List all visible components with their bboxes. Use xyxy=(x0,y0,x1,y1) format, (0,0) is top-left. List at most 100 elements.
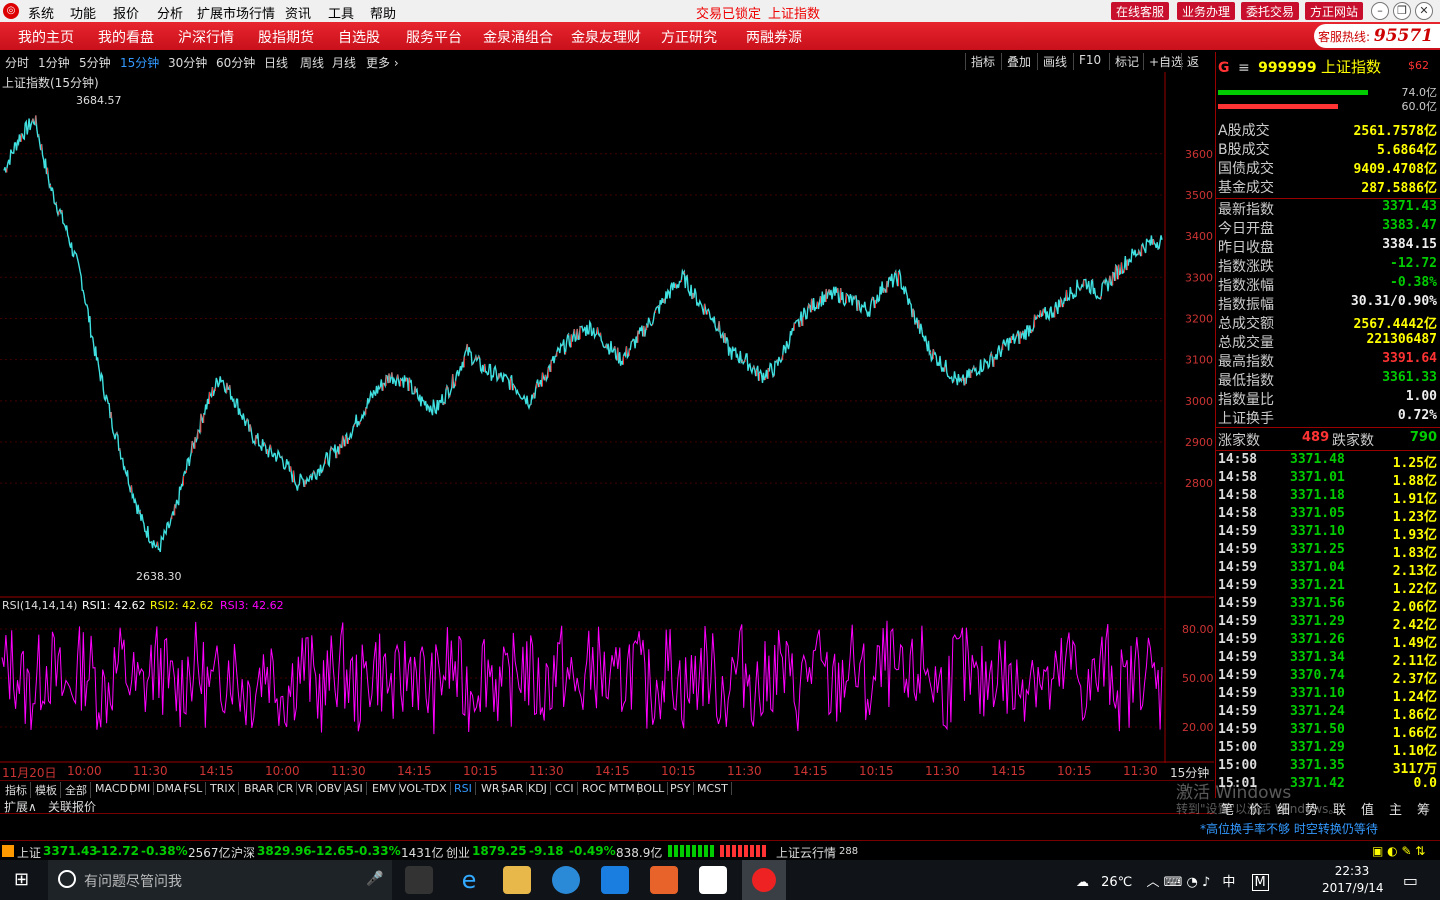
indicator-tab-asi[interactable]: ASI xyxy=(342,782,367,795)
tick-price: 3371.42 xyxy=(1290,776,1345,791)
indicator-tab-vr[interactable]: VR xyxy=(295,782,318,795)
close-icon[interactable]: ✕ xyxy=(1415,2,1433,20)
store-icon[interactable] xyxy=(405,866,433,894)
nav-market[interactable]: 沪深行情 xyxy=(178,27,234,47)
nav-finance[interactable]: 金泉友理财 xyxy=(571,27,641,47)
nav-service[interactable]: 服务平台 xyxy=(406,27,462,47)
edge-icon[interactable]: e xyxy=(455,866,483,894)
business-button[interactable]: 业务办理 xyxy=(1177,2,1236,20)
menu-tools[interactable]: 工具 xyxy=(328,3,354,22)
indicator-tab-指标[interactable]: 指标 xyxy=(2,782,31,798)
menu-extended-market[interactable]: 扩展市场行情 xyxy=(197,3,275,22)
nav-my-board[interactable]: 我的看盘 xyxy=(98,27,154,47)
expand-button[interactable]: 扩展∧ xyxy=(4,798,37,815)
chart-area[interactable]: 上证指数(15分钟) 3684.57 2638.30 3600 3500 3400 3… xyxy=(0,72,1214,780)
period-day[interactable]: 日线 xyxy=(264,54,288,71)
nav-margin[interactable]: 两融券源 xyxy=(746,27,802,47)
y-tick-label: 3200 xyxy=(1185,312,1213,325)
nav-research[interactable]: 方正研究 xyxy=(661,27,717,47)
indicator-tab-kdj[interactable]: KDJ xyxy=(525,782,551,795)
windows-start-icon[interactable]: ⊞ xyxy=(14,871,32,890)
indicator-tab-cr[interactable]: CR xyxy=(275,782,298,795)
menu-help[interactable]: 帮助 xyxy=(370,3,396,22)
period-timeshare[interactable]: 分时 xyxy=(5,54,29,71)
photos-icon[interactable] xyxy=(699,866,727,894)
indicator-tab-trix[interactable]: TRIX xyxy=(207,782,240,795)
nav-futures[interactable]: 股指期货 xyxy=(258,27,314,47)
menu-analysis[interactable]: 分析 xyxy=(157,3,183,22)
indicator-tab-rsi[interactable]: RSI xyxy=(451,782,476,795)
period-30min[interactable]: 30分钟 xyxy=(168,54,207,71)
tick-row: 14:59 3371.26 1.49亿 xyxy=(1218,632,1439,651)
nav-home[interactable]: 我的主页 xyxy=(18,27,74,47)
period-60min[interactable]: 60分钟 xyxy=(216,54,255,71)
online-service-button[interactable]: 在线客服 xyxy=(1111,2,1170,20)
indicator-tab-fsl[interactable]: FSL xyxy=(180,782,207,795)
status-tool-icons[interactable]: ▣ ◐ ✎ ⇅ xyxy=(1372,844,1425,858)
ratio-bottom: 60.0亿 xyxy=(1401,100,1438,113)
tray-icons[interactable]: ︿ ⌨ ◔ ♪ xyxy=(1146,875,1210,890)
indicator-tab-boll[interactable]: BOLL xyxy=(633,782,669,795)
adv-value: 489 xyxy=(1302,430,1330,445)
stat-row: 总成交量 221306487 xyxy=(1218,332,1439,351)
right-tab[interactable]: 筹 xyxy=(1417,799,1430,818)
period-more[interactable]: 更多 › xyxy=(366,54,399,71)
menu-icon[interactable]: ≡ xyxy=(1238,60,1250,76)
indicator-tab-brar[interactable]: BRAR xyxy=(241,782,278,795)
tool-draw[interactable]: 画线 xyxy=(1037,53,1072,70)
related-quote-button[interactable]: 关联报价 xyxy=(48,798,96,815)
explorer-icon[interactable] xyxy=(503,866,531,894)
ie-icon[interactable] xyxy=(552,866,580,894)
rsi-tick-20: 20.00 xyxy=(1182,721,1214,734)
tool-back[interactable]: 返回 xyxy=(1181,53,1214,86)
ime-indicator[interactable]: 中 xyxy=(1222,875,1235,890)
menu-news[interactable]: 资讯 xyxy=(285,3,311,22)
right-tab[interactable]: 主 xyxy=(1389,799,1402,818)
indicator-tab-vol-tdx[interactable]: VOL-TDX xyxy=(396,782,451,795)
notice-text[interactable]: *高位换手率不够 时空转换仍等待 xyxy=(1200,820,1378,837)
cloud-quote[interactable]: 上证云行情 xyxy=(776,844,836,861)
minimize-icon[interactable]: – xyxy=(1371,2,1389,20)
mic-icon[interactable]: 🎤 xyxy=(366,871,383,887)
indicator-tab-mcst[interactable]: MCST xyxy=(694,782,732,795)
founder-app-icon[interactable] xyxy=(742,860,786,900)
nav-portfolio[interactable]: 金泉涌组合 xyxy=(483,27,553,47)
clock[interactable]: 22:33 2017/9/14 xyxy=(1322,863,1384,897)
period-1min[interactable]: 1分钟 xyxy=(38,54,70,71)
period-week[interactable]: 周线 xyxy=(300,54,324,71)
wps-presentation-icon[interactable] xyxy=(650,866,678,894)
sh-label: 上证 xyxy=(17,846,42,860)
indicator-tab-模板[interactable]: 模板 xyxy=(32,782,61,798)
y-tick-label: 2900 xyxy=(1185,436,1213,449)
period-15min[interactable]: 15分钟 xyxy=(120,54,159,71)
nav-watchlist[interactable]: 自选股 xyxy=(338,27,380,47)
indicator-tab-dmi[interactable]: DMI xyxy=(126,782,155,795)
ime-mode-icon[interactable]: M xyxy=(1251,874,1269,891)
trade-button[interactable]: 委托交易 xyxy=(1241,2,1300,20)
wps-writer-icon[interactable] xyxy=(601,866,629,894)
tool-f10[interactable]: F10 xyxy=(1073,53,1106,70)
indicator-tab-obv[interactable]: OBV xyxy=(315,782,346,795)
notification-icon[interactable]: ▭ xyxy=(1403,871,1418,890)
tick-time: 14:59 xyxy=(1218,578,1258,593)
weather-icon[interactable]: ☁ xyxy=(1076,875,1089,890)
tick-volume: 1.66亿 xyxy=(1392,726,1437,741)
menu-quote[interactable]: 报价 xyxy=(113,3,139,22)
tool-mark[interactable]: 标记 xyxy=(1109,53,1144,70)
menu-system[interactable]: 系统 xyxy=(28,3,54,22)
taskbar-search[interactable]: 有问题尽管问我 🎤 xyxy=(48,860,392,900)
indicator-tab-psy[interactable]: PSY xyxy=(667,782,695,795)
tool-indicator[interactable]: 指标 xyxy=(965,53,1000,70)
indicator-tab-全部[interactable]: 全部 xyxy=(62,782,91,798)
restore-icon[interactable]: ❐ xyxy=(1393,2,1411,20)
period-month[interactable]: 月线 xyxy=(332,54,356,71)
stock-header: G ≡ 999999 上证指数 $62 xyxy=(1218,56,1439,76)
kline-chart[interactable]: 上证指数(15分钟) 3684.57 2638.30 3600 3500 3400 3… xyxy=(0,72,1214,763)
indicator-tab-cci[interactable]: CCI xyxy=(552,782,578,795)
period-5min[interactable]: 5分钟 xyxy=(79,54,111,71)
menu-function[interactable]: 功能 xyxy=(70,3,96,22)
tool-overlay[interactable]: 叠加 xyxy=(1001,53,1036,70)
website-button[interactable]: 方正网站 xyxy=(1305,2,1364,20)
right-tab[interactable]: 值 xyxy=(1361,799,1374,818)
indicator-tab-sar[interactable]: SAR xyxy=(498,782,528,795)
